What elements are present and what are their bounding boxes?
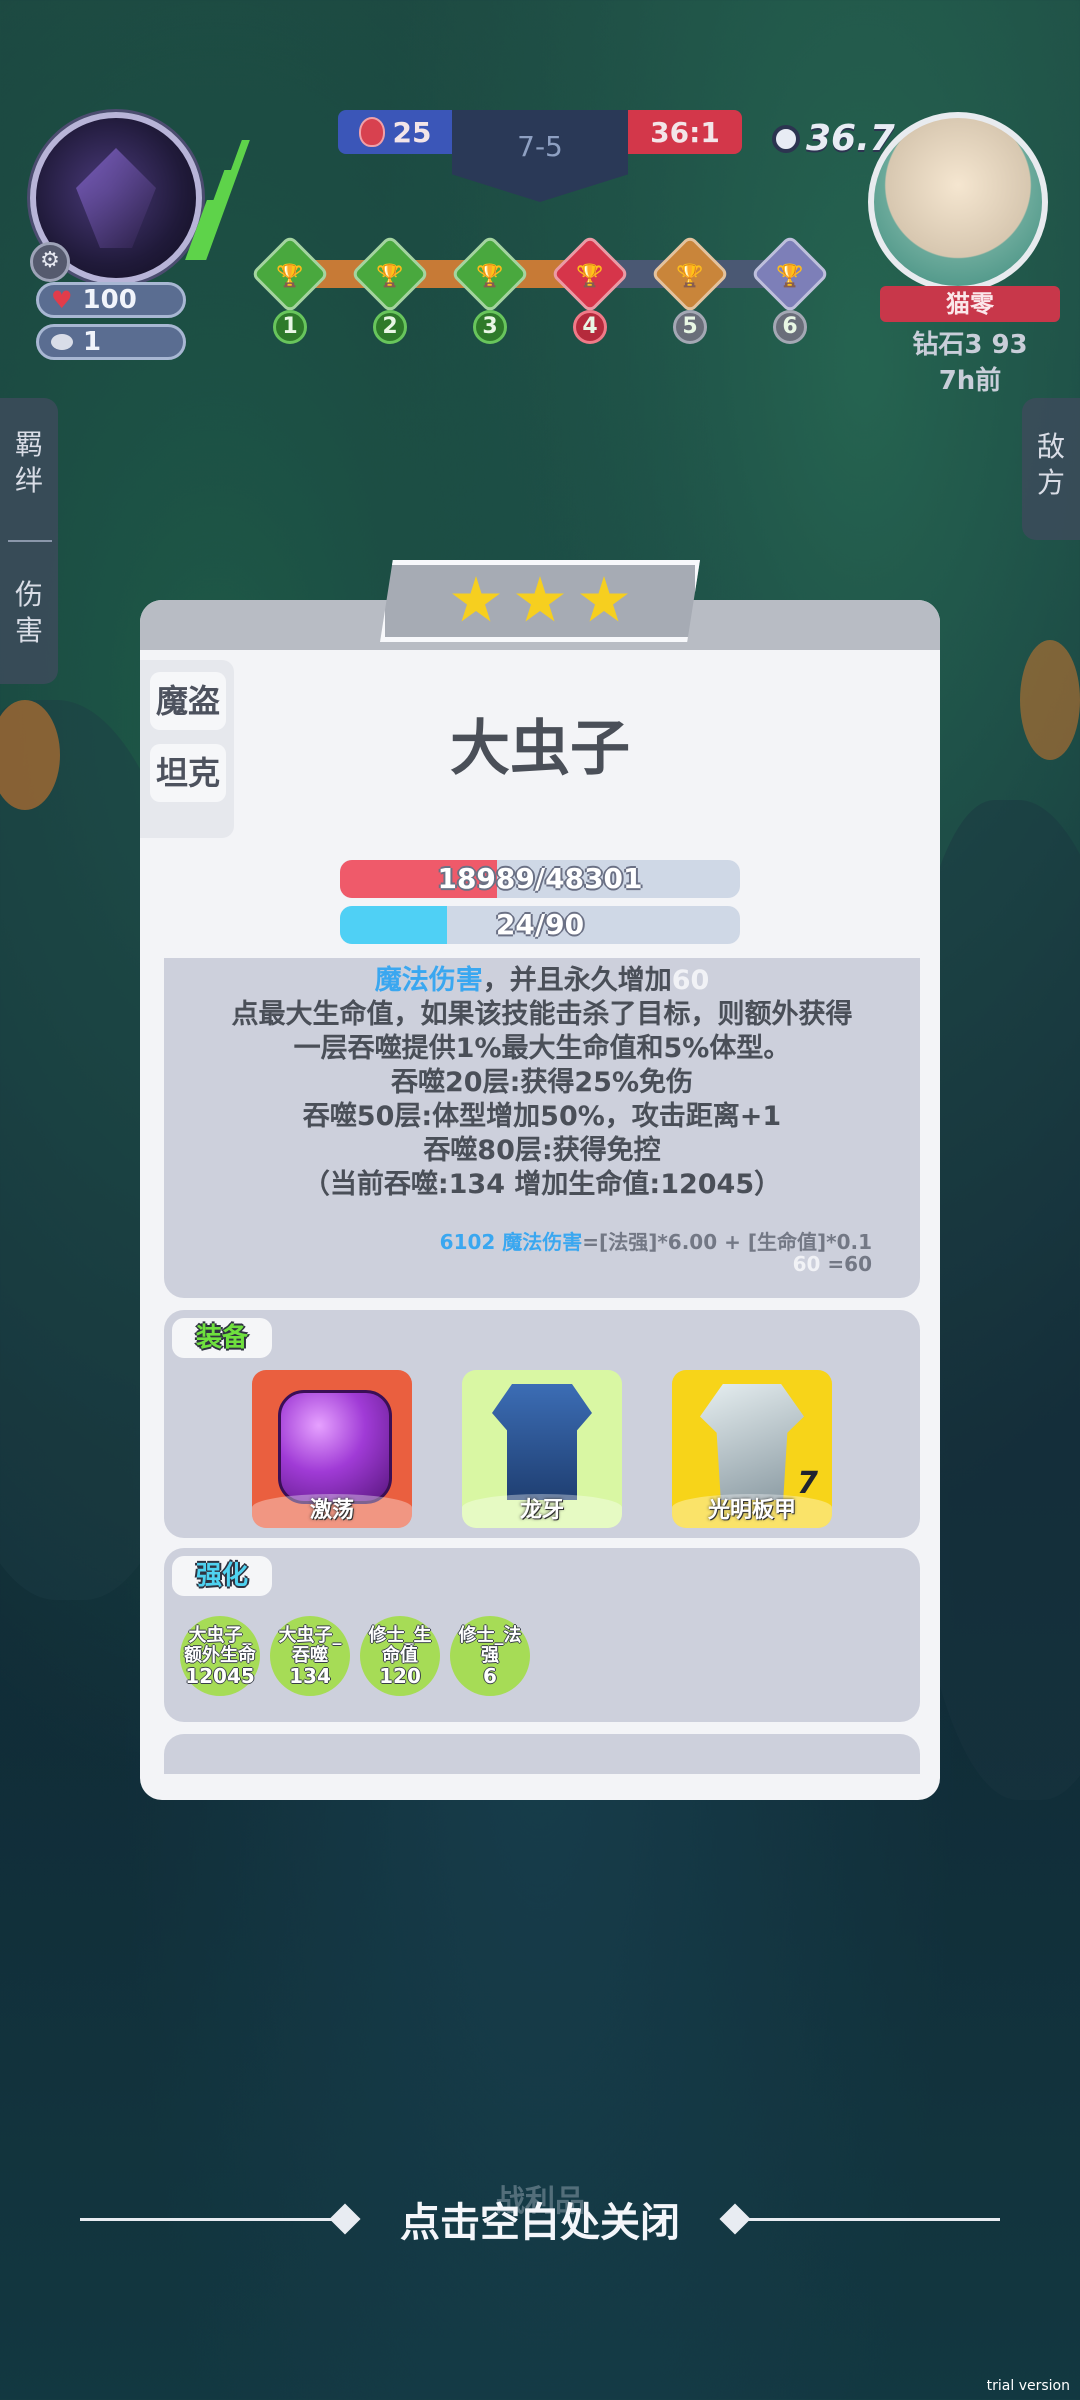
stage-number: 1	[273, 310, 307, 344]
score-red: 36:1	[628, 110, 742, 154]
buff-value: 134	[289, 1664, 331, 1688]
blue-armor-icon	[492, 1384, 592, 1500]
tab-damage-char-2: 害	[14, 614, 43, 647]
tab-bonds-char-1: 羁	[14, 428, 43, 461]
equip-slot[interactable]: 龙牙	[462, 1370, 622, 1528]
equipment-label: 装备	[172, 1318, 272, 1358]
stage-number: 2	[373, 310, 407, 344]
buff-name-a: 大虫子_	[278, 1625, 342, 1646]
heart-icon: ♥	[51, 286, 73, 314]
tab-bonds[interactable]: 羁 绊	[0, 398, 58, 540]
tab-enemy-char-2: 方	[1036, 466, 1065, 499]
flame-icon	[358, 117, 385, 147]
player-coins-pill: 1	[36, 324, 186, 360]
stage-number: 6	[773, 310, 807, 344]
formula-faint-value: 60	[792, 1252, 821, 1276]
buff-badge[interactable]: 修士_法 强 6	[450, 1616, 530, 1696]
buff-value: 6	[483, 1664, 497, 1688]
trophy-icon: 🏆	[476, 264, 504, 289]
enhancement-section: 强化 大虫子_ 额外生命 12045 大虫子_ 吞噬 134 修士_生 命值 1…	[164, 1548, 920, 1722]
scene-fire-right	[1020, 640, 1080, 760]
skill-description: 魔法伤害，并且永久增加60 点最大生命值，如果该技能击杀了目标，则额外获得 一层…	[164, 958, 920, 1298]
star-icon	[580, 576, 628, 622]
player-coins-value: 1	[83, 327, 102, 357]
formula-text: =[法强]*6.00 + [生命值]*0.1	[582, 1230, 872, 1254]
score-red-value: 36:1	[650, 115, 720, 149]
unit-name: 大虫子	[450, 714, 630, 784]
tab-enemy[interactable]: 敌 方	[1022, 398, 1080, 540]
trophy-icon: 🏆	[276, 264, 304, 289]
orb-item-icon	[278, 1390, 392, 1504]
tab-damage[interactable]: 伤 害	[0, 542, 58, 684]
side-tabs-left: 羁 绊 伤 害	[0, 398, 58, 684]
equip-slot[interactable]: 激荡	[252, 1370, 412, 1528]
buff-name-a: 修士_生	[368, 1625, 432, 1646]
damage-formula-line-2: 60 =60	[793, 1252, 872, 1276]
player-avatar-figure	[76, 148, 156, 248]
stage-number: 3	[473, 310, 507, 344]
star-rating-banner	[380, 560, 700, 642]
watermark: trial version	[986, 2378, 1070, 2394]
player-hp-value: 100	[82, 285, 137, 315]
equip-name: 光明板甲	[672, 1494, 832, 1528]
damage-formula-line-1: 6102 魔法伤害=[法强]*6.00 + [生命值]*0.1	[440, 1226, 872, 1255]
equip-slot[interactable]: 7 光明板甲	[672, 1370, 832, 1528]
trophy-icon: 🏆	[576, 264, 604, 289]
trophy-icon: 🏆	[776, 264, 804, 289]
buff-value: 120	[379, 1664, 421, 1688]
formula-damage-value: 6102 魔法伤害	[439, 1230, 583, 1254]
star-icon	[516, 576, 564, 622]
score-blue: 25	[338, 110, 452, 154]
buff-badge[interactable]: 修士_生 命值 120	[360, 1616, 440, 1696]
trophy-icon: 🏆	[376, 264, 404, 289]
coin-icon	[51, 334, 73, 350]
enhancement-label: 强化	[172, 1556, 272, 1596]
player-hp-pill: ♥ 100	[36, 282, 186, 318]
tab-enemy-char-1: 敌	[1036, 430, 1065, 463]
desc-line-7: （当前吞噬:134 增加生命值:12045）	[302, 1169, 782, 1200]
player-level-bars	[185, 140, 250, 260]
tab-damage-char-1: 伤	[14, 578, 43, 611]
unit-detail-modal: 魔盗 坦克 大虫子 18989/48301 24/90 魔法伤害，并且永久增加6…	[140, 600, 940, 1800]
enemy-avatar[interactable]	[868, 112, 1048, 292]
buff-badge[interactable]: 大虫子_ 额外生命 12045	[180, 1616, 260, 1696]
hp-bar-text: 18989/48301	[437, 862, 643, 895]
mana-bar: 24/90	[340, 906, 740, 944]
round-timer: 36.7	[772, 118, 895, 159]
enemy-last-seen: 7h前	[938, 366, 1002, 396]
tab-bonds-char-2: 绊	[14, 464, 43, 497]
round-value: 7-5	[517, 130, 563, 163]
buff-name-b: 命值	[382, 1645, 418, 1666]
star-icon	[452, 576, 500, 622]
stage-number: 5	[673, 310, 707, 344]
equip-name: 龙牙	[462, 1494, 622, 1528]
equip-count: 7	[797, 1466, 818, 1501]
buff-badge[interactable]: 大虫子_ 吞噬 134	[270, 1616, 350, 1696]
enemy-rank: 钻石3 93	[912, 330, 1028, 360]
score-blue-value: 25	[392, 115, 432, 149]
clock-icon	[772, 124, 800, 153]
buff-name-b: 吞噬	[292, 1645, 328, 1666]
buff-name-a: 修士_法	[458, 1625, 522, 1646]
settings-gear-icon[interactable]: ⚙	[30, 242, 70, 282]
equip-name: 激荡	[252, 1494, 412, 1528]
next-section-peek	[164, 1734, 920, 1774]
close-hint-line-right	[740, 2218, 1000, 2221]
mana-bar-text: 24/90	[495, 908, 585, 941]
stage-number: 4	[573, 310, 607, 344]
formula-result: =60	[820, 1252, 872, 1276]
buff-value: 12045	[185, 1664, 255, 1688]
hp-bar: 18989/48301	[340, 860, 740, 898]
silver-armor-icon	[700, 1384, 804, 1500]
enemy-name: 猫零	[880, 286, 1060, 322]
buff-name-a: 大虫子_	[188, 1625, 252, 1646]
equipment-section: 装备 激荡 龙牙 7 光明板甲	[164, 1310, 920, 1538]
buff-name-b: 强	[481, 1645, 499, 1666]
trophy-icon: 🏆	[676, 264, 704, 289]
buff-name-b: 额外生命	[184, 1645, 256, 1666]
